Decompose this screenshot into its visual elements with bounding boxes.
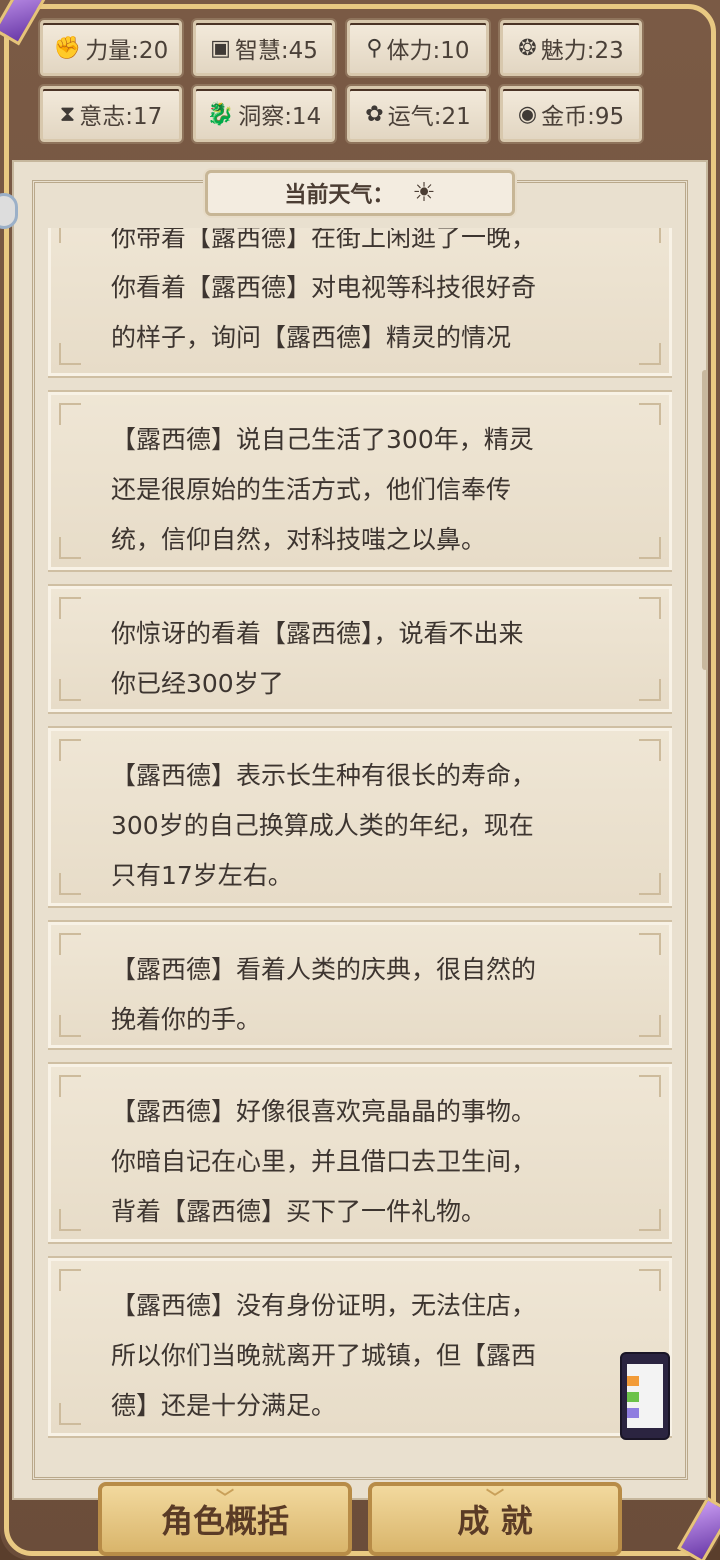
stat-charm[interactable]: ❂ 魅力:23 <box>500 20 642 76</box>
story-text: 【露西德】看着人类的庆典，很自然的 挽着你的手。 <box>111 955 537 1034</box>
stat-gold[interactable]: ◉ 金币:95 <box>500 86 642 142</box>
achievements-button[interactable]: ﹀ 成 就 <box>368 1482 622 1556</box>
story-log[interactable]: 你带着【露西德】在街上闲逛了一晚， 你看着【露西德】对电视等科技很好奇 的样子，… <box>48 228 672 1440</box>
stat-stamina[interactable]: ⚲ 体力:10 <box>347 20 489 76</box>
story-text: 【露西德】没有身份证明，无法住店， 所以你们当晚就离开了城镇，但【露西 德】还是… <box>111 1291 537 1420</box>
story-text: 【露西德】表示长生种有很长的寿命， 300岁的自己换算成人类的年纪，现在 只有1… <box>111 761 537 890</box>
charm-icon: ❂ <box>518 35 537 61</box>
story-card: 【露西德】说自己生活了300年，精灵 还是很原始的生活方式，他们信奉传 统，信仰… <box>48 392 672 570</box>
chevron-down-icon: ﹀ <box>486 1488 504 1509</box>
story-card: 【露西德】看着人类的庆典，很自然的 挽着你的手。 <box>48 922 672 1048</box>
weather-banner: 当前天气： ☀ <box>205 170 515 216</box>
story-card: 【露西德】表示长生种有很长的寿命， 300岁的自己换算成人类的年纪，现在 只有1… <box>48 728 672 906</box>
sun-icon: ☀ <box>412 178 436 208</box>
story-card: 【露西德】没有身份证明，无法住店， 所以你们当晚就离开了城镇，但【露西 德】还是… <box>48 1258 672 1436</box>
character-summary-button[interactable]: ﹀ 角色概括 <box>98 1482 352 1556</box>
story-text: 【露西德】好像很喜欢亮晶晶的事物。 你暗自记在心里，并且借口去卫生间， 背着【露… <box>111 1097 537 1226</box>
coin-icon: ◉ <box>517 101 538 127</box>
stat-label: 运气:21 <box>387 104 471 130</box>
story-text: 你带着【露西德】在街上闲逛了一晚， 你看着【露西德】对电视等科技很好奇 的样子，… <box>111 228 537 352</box>
person-icon: ⚲ <box>366 35 383 61</box>
stat-label: 力量:20 <box>85 38 169 64</box>
book-icon: ▣ <box>210 35 231 61</box>
weather-label: 当前天气： <box>284 183 395 208</box>
dragon-icon: 🐉 <box>206 101 235 127</box>
stat-label: 体力:10 <box>386 38 470 64</box>
stat-will[interactable]: ⧗ 意志:17 <box>40 86 182 142</box>
phone-icon[interactable] <box>620 1352 670 1440</box>
fist-icon: ✊ <box>53 35 82 61</box>
stat-label: 意志:17 <box>79 104 163 130</box>
stat-luck[interactable]: ✿ 运气:21 <box>347 86 489 142</box>
chevron-down-icon: ﹀ <box>216 1488 234 1509</box>
flower-icon: ✿ <box>365 101 384 127</box>
stat-strength[interactable]: ✊ 力量:20 <box>40 20 182 76</box>
stat-wisdom[interactable]: ▣ 智慧:45 <box>193 20 335 76</box>
stat-label: 金币:95 <box>541 104 625 130</box>
story-text: 你惊讶的看着【露西德】，说看不出来 你已经300岁了 <box>111 619 524 698</box>
story-card: 你惊讶的看着【露西德】，说看不出来 你已经300岁了 <box>48 586 672 712</box>
story-card: 【露西德】好像很喜欢亮晶晶的事物。 你暗自记在心里，并且借口去卫生间， 背着【露… <box>48 1064 672 1242</box>
story-card: 你带着【露西德】在街上闲逛了一晚， 你看着【露西德】对电视等科技很好奇 的样子，… <box>48 228 672 376</box>
hourglass-icon: ⧗ <box>59 101 76 127</box>
stat-label: 智慧:45 <box>234 38 318 64</box>
stat-insight[interactable]: 🐉 洞察:14 <box>193 86 335 142</box>
stat-label: 洞察:14 <box>238 104 322 130</box>
stat-label: 魅力:23 <box>540 38 624 64</box>
story-text: 【露西德】说自己生活了300年，精灵 还是很原始的生活方式，他们信奉传 统，信仰… <box>111 425 534 554</box>
scrollbar[interactable] <box>702 370 708 670</box>
